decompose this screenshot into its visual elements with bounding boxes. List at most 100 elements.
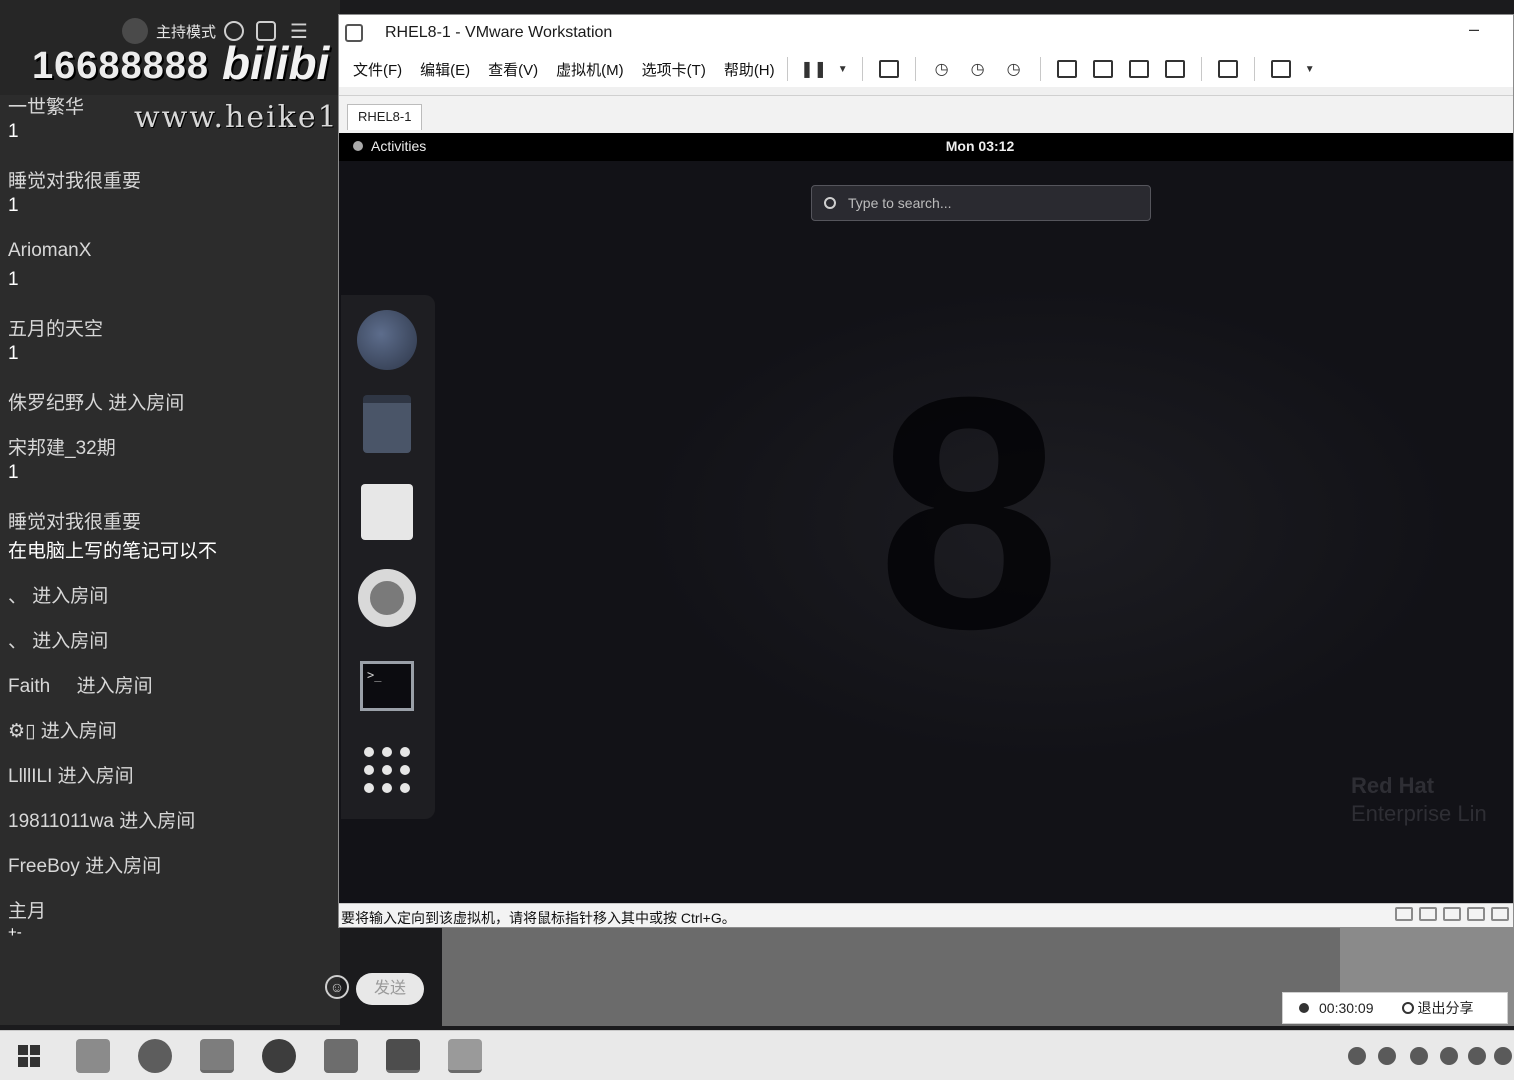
menu-file[interactable]: 文件(F) — [353, 59, 402, 80]
emoji-button[interactable]: ☺ — [325, 975, 349, 999]
chat-username: 一世繁华 — [8, 97, 85, 118]
chat-message: +- — [8, 924, 22, 941]
usb-icon[interactable] — [1467, 907, 1485, 921]
exit-share-label: 退出分享 — [1417, 1000, 1474, 1016]
toolbar-separator — [1200, 57, 1202, 81]
cdrom-icon[interactable] — [1419, 907, 1437, 921]
dash-help[interactable] — [356, 567, 418, 629]
watermark-number: 16688888 — [32, 45, 210, 87]
taskbar-explorer-icon[interactable] — [76, 1039, 110, 1073]
dash: >_ — [341, 295, 435, 819]
dash-firefox[interactable] — [356, 309, 418, 371]
chat-join-notice: 侏罗纪野人 进入房间 — [8, 393, 185, 414]
menu-edit[interactable]: 编辑(E) — [420, 59, 470, 80]
console-icon[interactable] — [1216, 57, 1240, 81]
toolbar-separator — [861, 57, 863, 81]
dash-terminal[interactable]: >_ — [356, 655, 418, 717]
chat-join-notice: 19811011wa 进入房间 — [8, 811, 196, 832]
host-avatar-icon — [122, 18, 148, 44]
stretch-icon[interactable] — [1269, 57, 1293, 81]
show-applications-button[interactable] — [356, 739, 418, 801]
help-icon — [358, 569, 416, 627]
vmware-titlebar: RHEL8-1 - VMware Workstation – — [339, 15, 1513, 51]
toolbar-separator — [786, 57, 788, 81]
tab-rhel8-1[interactable]: RHEL8-1 — [347, 104, 423, 130]
toolbar-separator — [1253, 57, 1255, 81]
chat-username: 睡觉对我很重要 — [8, 512, 142, 533]
network-icon[interactable] — [1443, 907, 1461, 921]
windows-start-icon[interactable] — [18, 1045, 40, 1067]
minimize-button[interactable]: – — [1469, 19, 1479, 40]
search-input[interactable] — [848, 195, 1128, 211]
power-icon — [1401, 1002, 1414, 1014]
chat-join-notice: FreeBoy 进入房间 — [8, 856, 162, 877]
overview-search[interactable] — [811, 185, 1151, 221]
watermark-url: www.heike123.com — [134, 100, 340, 135]
snapshot-revert-icon[interactable]: ◷ — [966, 57, 990, 81]
snapshot-icon[interactable]: ◷ — [930, 57, 954, 81]
qq-icon[interactable] — [1468, 1047, 1486, 1065]
library-view-icon[interactable] — [1055, 57, 1079, 81]
chat-username: AriomanX — [8, 240, 92, 261]
vmware-window: RHEL8-1 - VMware Workstation – 文件(F) 编辑(… — [338, 14, 1514, 928]
menu-help[interactable]: 帮助(H) — [724, 59, 775, 80]
chat-message: 1 — [8, 343, 19, 364]
snapshot-manager-icon[interactable]: ◷ — [1002, 57, 1026, 81]
microphone-icon[interactable] — [1348, 1047, 1366, 1065]
qq-icon[interactable] — [1494, 1047, 1512, 1065]
vmware-app-icon — [345, 24, 363, 42]
thumbnail-view-icon[interactable] — [1091, 57, 1115, 81]
taskbar-browser-icon[interactable] — [138, 1039, 172, 1073]
shield-icon[interactable] — [1378, 1047, 1396, 1065]
hdd-icon[interactable] — [1395, 907, 1413, 921]
toolbar-separator — [1039, 57, 1041, 81]
taskbar-vmware-icon[interactable] — [200, 1039, 234, 1073]
taskbar-screen-icon[interactable] — [324, 1039, 358, 1073]
window-title: RHEL8-1 - VMware Workstation — [385, 24, 613, 41]
send-keys-icon[interactable] — [877, 57, 901, 81]
host-mode-label: 主持模式 — [156, 23, 217, 41]
menu-vm[interactable]: 虚拟机(M) — [556, 59, 624, 80]
fullscreen-icon[interactable] — [1127, 57, 1151, 81]
toolbar-separator — [914, 57, 916, 81]
taskbar — [0, 1030, 1514, 1080]
files-icon — [363, 395, 411, 453]
taskbar-app-icon[interactable] — [386, 1039, 420, 1073]
chevron-down-icon[interactable]: ▼ — [1305, 57, 1315, 81]
chat-join-notice: ⚙▯ 进入房间 — [8, 721, 117, 742]
chat-username: 五月的天空 — [8, 319, 104, 340]
chevron-down-icon[interactable]: ▼ — [838, 57, 848, 81]
taskbar-media-icon[interactable] — [262, 1039, 296, 1073]
menu-view[interactable]: 查看(V) — [488, 59, 538, 80]
dash-files[interactable] — [356, 393, 418, 455]
chat-join-notice: Faith 进入房间 — [8, 676, 153, 697]
chat-message: 1 — [8, 462, 19, 483]
chat-username: 主月 — [8, 901, 47, 922]
pause-icon[interactable]: ❚❚ — [800, 57, 827, 81]
clock[interactable]: Mon 03:12 — [339, 138, 1513, 154]
vmware-menubar: 文件(F) 编辑(E) 查看(V) 虚拟机(M) 选项卡(T) 帮助(H) ❚❚… — [339, 51, 1513, 87]
menu-tabs[interactable]: 选项卡(T) — [642, 59, 706, 80]
tray-app-icon[interactable] — [1410, 1047, 1428, 1065]
unity-icon[interactable] — [1163, 57, 1187, 81]
recording-indicator-icon — [1299, 1003, 1309, 1013]
device-status-icons — [1395, 907, 1509, 921]
chat-join-notice: 、 进入房间 — [8, 586, 109, 607]
chat-message: 在电脑上写的笔记可以不 — [8, 541, 218, 562]
desktop-background — [442, 928, 1342, 1026]
taskbar-tool-icon[interactable] — [448, 1039, 482, 1073]
dash-software[interactable] — [356, 481, 418, 543]
chat-join-notice: LlllILI 进入房间 — [8, 766, 134, 787]
chat-join-notice: 、 进入房间 — [8, 631, 109, 652]
qq-icon[interactable] — [1440, 1047, 1458, 1065]
guest-screen[interactable]: 8 Red Hat Enterprise Lin Activities Mon … — [339, 133, 1513, 903]
watermark-brand: bilibi — [222, 37, 330, 89]
sound-icon[interactable] — [1491, 907, 1509, 921]
status-hint: 要将输入定向到该虚拟机，请将鼠标指针移入其中或按 Ctrl+G。 — [341, 910, 736, 926]
chat-message: 1 — [8, 269, 19, 290]
send-button[interactable]: 发送 — [356, 973, 424, 1005]
exit-share-button[interactable]: 退出分享 — [1401, 998, 1474, 1018]
chat-username: 宋邦建_32期 — [8, 438, 116, 459]
chat-username: 睡觉对我很重要 — [8, 171, 142, 192]
brand-line1: Red Hat — [1351, 773, 1435, 798]
